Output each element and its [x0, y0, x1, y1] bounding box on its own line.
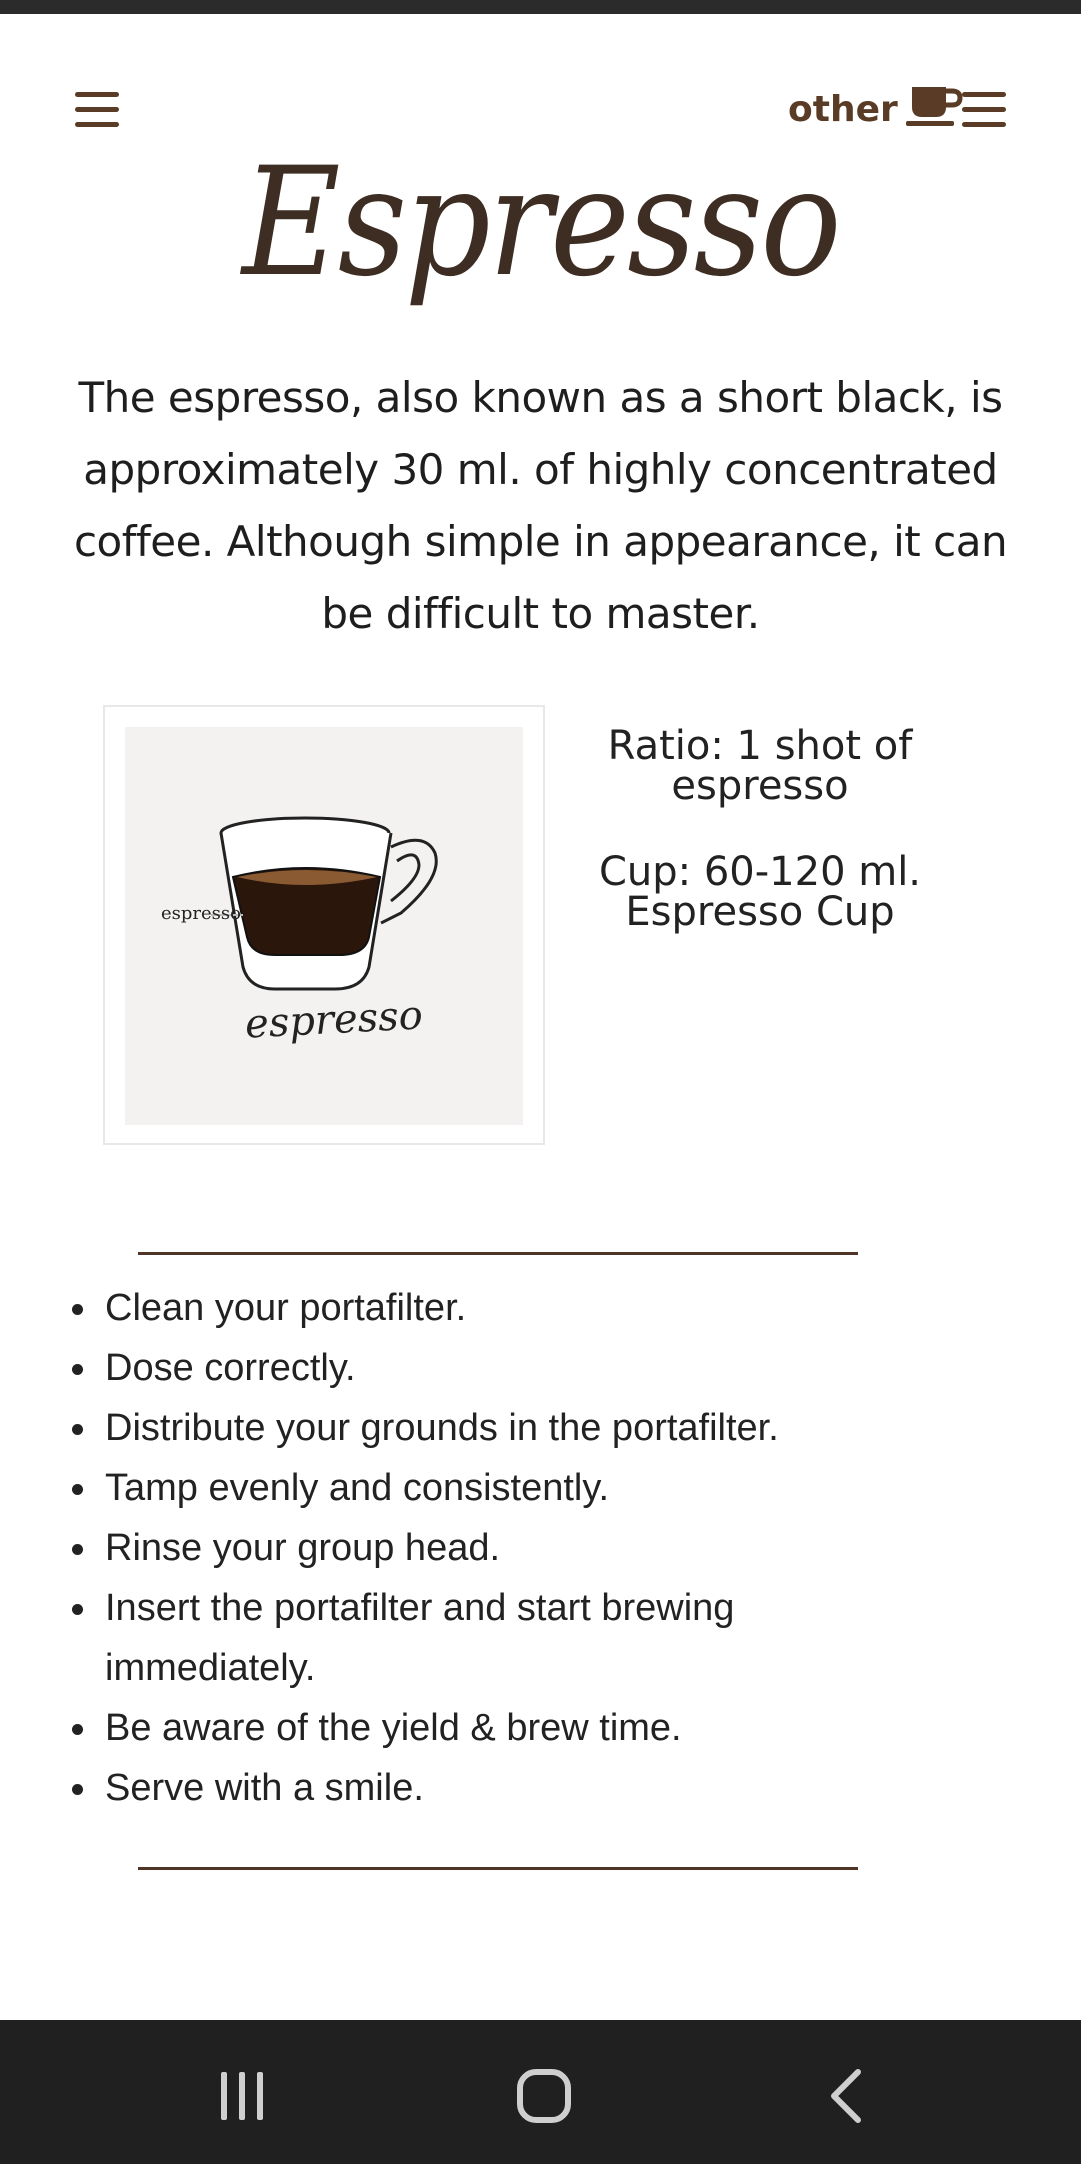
- page-title: Espresso: [242, 136, 842, 310]
- recent-apps-icon: [221, 2072, 263, 2120]
- espresso-illustration: espresso espresso: [103, 705, 545, 1145]
- list-item: Rinse your group head.: [60, 1518, 920, 1578]
- list-item: Distribute your grounds in the portafilt…: [60, 1398, 920, 1458]
- menu-button-left[interactable]: [75, 92, 119, 128]
- status-bar: [0, 0, 1081, 14]
- divider-top: [138, 1252, 858, 1255]
- divider-bottom: [138, 1867, 858, 1870]
- list-item: Tamp evenly and consistently.: [60, 1458, 920, 1518]
- espresso-caption: espresso: [243, 992, 424, 1048]
- cup-text: Cup: 60-120 ml. Espresso Cup: [598, 849, 922, 935]
- coffee-cup-icon: [905, 83, 964, 136]
- espresso-cup-drawing: [211, 816, 438, 991]
- other-label: other: [788, 88, 898, 130]
- menu-button-right[interactable]: [962, 92, 1006, 128]
- intro-text: The espresso, also known as a short blac…: [73, 373, 1008, 638]
- back-icon: [831, 2069, 861, 2123]
- home-icon: [517, 2069, 571, 2123]
- back-button[interactable]: [796, 2056, 896, 2136]
- list-item: Dose correctly.: [60, 1338, 920, 1398]
- home-button[interactable]: [494, 2056, 594, 2136]
- recent-apps-button[interactable]: [192, 2056, 292, 2136]
- list-item: Insert the portafilter and start brewing…: [60, 1578, 920, 1698]
- other-link[interactable]: other: [788, 84, 964, 134]
- list-item: Be aware of the yield & brew time.: [60, 1698, 920, 1758]
- list-item: Clean your portafilter.: [60, 1278, 920, 1338]
- ratio-text: Ratio: 1 shot of espresso: [607, 723, 913, 809]
- steps-list: Clean your portafilter. Dose correctly. …: [60, 1278, 920, 1818]
- list-item: Serve with a smile.: [60, 1758, 920, 1818]
- espresso-side-label: espresso: [161, 903, 241, 924]
- system-navigation-bar: [0, 2020, 1081, 2164]
